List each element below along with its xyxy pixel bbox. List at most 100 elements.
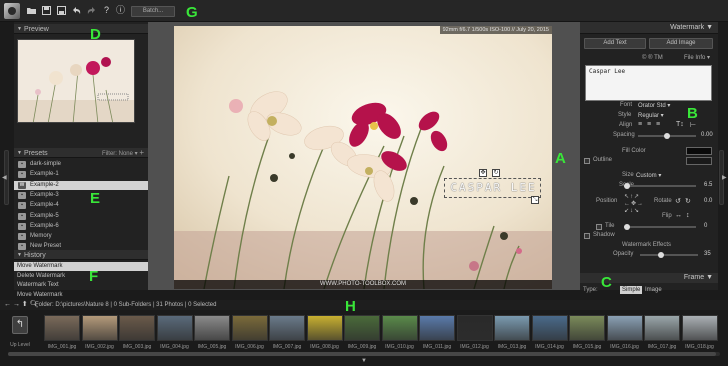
- filmstrip-thumbnail[interactable]: IMG_017.jpg: [644, 315, 680, 353]
- outline-checkbox[interactable]: [584, 158, 590, 164]
- redo-icon[interactable]: [86, 5, 97, 16]
- filmstrip-thumbnail[interactable]: IMG_015.jpg: [569, 315, 605, 353]
- frame-type-simple-tab[interactable]: Simple: [620, 286, 643, 294]
- outline-color-swatch[interactable]: [686, 157, 712, 165]
- filmstrip-thumbnail[interactable]: IMG_008.jpg: [306, 315, 343, 353]
- fill-color-label: Fill Color: [622, 148, 646, 154]
- watermark-resize-handle-icon[interactable]: ⤡: [531, 196, 539, 204]
- history-item[interactable]: Delete Watermark: [14, 272, 148, 281]
- spacing-slider-knob[interactable]: [664, 133, 670, 139]
- preset-item[interactable]: W Example-2: [14, 180, 148, 190]
- preset-item[interactable]: ▪ Example-5: [14, 212, 148, 221]
- flip-horizontal-icon[interactable]: ↔: [675, 212, 682, 219]
- filmstrip-thumbnail[interactable]: IMG_013.jpg: [494, 315, 530, 353]
- symbol-insert-buttons[interactable]: © ® TM: [642, 55, 663, 61]
- font-select[interactable]: Orator Std ▾: [638, 102, 670, 109]
- frame-type-image-tab[interactable]: Image: [643, 286, 664, 294]
- preset-item[interactable]: ▪ Memory: [14, 232, 148, 241]
- folder-icon[interactable]: [26, 5, 37, 16]
- save-icon[interactable]: [41, 5, 52, 16]
- spacing-slider[interactable]: [638, 133, 696, 139]
- presets-panel-header[interactable]: ▼ Presets Filter: None ▾ +: [14, 148, 148, 158]
- filmstrip-thumbnail[interactable]: IMG_002.jpg: [81, 315, 118, 353]
- watermark-panel-header[interactable]: Watermark ▼: [580, 22, 718, 34]
- history-item[interactable]: Move Watermark: [14, 262, 148, 271]
- preset-item[interactable]: ▪ Example-6: [14, 222, 148, 231]
- align-center-icon[interactable]: ≡: [647, 121, 651, 128]
- folder-nav-icons[interactable]: ← → ⬆ 🔍︎: [4, 300, 39, 310]
- watermark-rotate-handle-icon[interactable]: ↻: [492, 169, 500, 177]
- history-item[interactable]: Watermark Text: [14, 281, 148, 290]
- filmstrip-thumbnail[interactable]: IMG_006.jpg: [231, 315, 268, 353]
- filmstrip-scrollbar-thumb[interactable]: [8, 352, 716, 356]
- collapse-filmstrip-arrow-icon[interactable]: ▼: [361, 358, 367, 364]
- align-right-icon[interactable]: ≡: [656, 121, 660, 128]
- history-panel-header[interactable]: ▼ History: [14, 250, 148, 260]
- rotate-ccw-icon[interactable]: ↺: [675, 197, 681, 205]
- undo-icon[interactable]: [71, 5, 82, 16]
- info-icon[interactable]: ⓘ: [115, 5, 126, 16]
- scale-slider[interactable]: [624, 183, 696, 189]
- thumbnail-image: [606, 315, 643, 341]
- align-left-icon[interactable]: ≡: [638, 121, 642, 128]
- filmstrip-thumbnail[interactable]: IMG_011.jpg: [419, 315, 455, 353]
- add-preset-icon[interactable]: +: [139, 148, 144, 157]
- flip-vertical-icon[interactable]: ↕: [686, 212, 690, 219]
- position-arrow-pad[interactable]: ↖↑↗ ←✥→ ↙↓↘: [624, 194, 644, 215]
- filmstrip-thumbnail[interactable]: IMG_018.jpg: [681, 315, 718, 353]
- scale-slider-knob[interactable]: [624, 183, 630, 189]
- presets-filter[interactable]: Filter: None ▾ +: [102, 148, 144, 159]
- filmstrip-thumbnail[interactable]: IMG_005.jpg: [194, 315, 230, 353]
- thumbnail-filename: IMG_005.jpg: [197, 344, 227, 350]
- preset-item[interactable]: ▪ Example-3: [14, 191, 148, 200]
- canvas-area: 92mm f/6.7 1/500s ISO-100 // July 20, 20…: [148, 22, 580, 290]
- rotate-cw-icon[interactable]: ↻: [685, 197, 691, 205]
- opacity-slider[interactable]: [640, 252, 698, 258]
- add-image-button[interactable]: Add Image: [649, 38, 713, 49]
- history-item[interactable]: Move Watermark: [14, 291, 148, 300]
- opacity-value: 35: [704, 251, 711, 257]
- filmstrip-thumbnail[interactable]: IMG_003.jpg: [119, 315, 155, 353]
- thumbnail-image: [231, 315, 268, 341]
- watermark-text-input[interactable]: Caspar Lee: [585, 65, 712, 101]
- filmstrip-thumbnail[interactable]: IMG_012.jpg: [456, 315, 493, 353]
- collapse-left-arrow-icon[interactable]: ◀: [2, 174, 7, 181]
- shadow-checkbox[interactable]: [584, 233, 590, 239]
- filmstrip-scrollbar[interactable]: [8, 352, 720, 356]
- save-as-icon[interactable]: [56, 5, 67, 16]
- preset-item[interactable]: ▪ Example-4: [14, 201, 148, 210]
- collapse-right-arrow-icon[interactable]: ▶: [722, 174, 727, 181]
- filmstrip-thumbnail[interactable]: IMG_004.jpg: [156, 315, 193, 353]
- tile-slider-knob[interactable]: [624, 224, 630, 230]
- filmstrip-thumbnail[interactable]: IMG_016.jpg: [606, 315, 643, 353]
- text-watermark-box[interactable]: CASPAR LEE: [444, 178, 541, 198]
- file-info-dropdown[interactable]: File Info ▾: [684, 54, 710, 61]
- preset-item[interactable]: ▪ dark-simple: [14, 160, 148, 169]
- preview-panel-header[interactable]: ▼ Preview: [14, 24, 148, 34]
- help-icon[interactable]: ?: [101, 5, 112, 16]
- preset-item[interactable]: ▪ Example-1: [14, 170, 148, 179]
- watermark-move-handle-icon[interactable]: ✥: [479, 169, 487, 177]
- thumbnail-image: [344, 315, 380, 341]
- size-select[interactable]: Custom ▾: [636, 172, 661, 179]
- filmstrip-thumbnail[interactable]: IMG_007.jpg: [269, 315, 305, 353]
- add-text-button[interactable]: Add Text: [584, 38, 646, 49]
- thumbnail-filename: IMG_014.jpg: [535, 344, 564, 350]
- text-height-icon[interactable]: T↕: [676, 121, 684, 128]
- preset-icon: ▪: [18, 191, 26, 199]
- filmstrip-thumbnail[interactable]: IMG_010.jpg: [381, 315, 418, 353]
- up-level-icon[interactable]: ↰: [12, 316, 28, 334]
- fill-color-swatch[interactable]: [686, 147, 712, 155]
- filmstrip-thumbnail[interactable]: IMG_001.jpg: [44, 315, 80, 353]
- batch-button[interactable]: Batch...: [131, 6, 175, 17]
- text-width-icon[interactable]: ⊢: [690, 121, 696, 129]
- tile-slider[interactable]: [624, 224, 696, 230]
- exif-watermark: 92mm f/6.7 1/500s ISO-100 // July 20, 20…: [439, 26, 552, 34]
- tile-checkbox[interactable]: [596, 224, 602, 230]
- filmstrip-thumbnail[interactable]: IMG_009.jpg: [344, 315, 380, 353]
- filmstrip-toolbar: ← → ⬆ 🔍︎ Folder: D:\pictures\Nature 8 | …: [0, 300, 728, 310]
- opacity-slider-knob[interactable]: [658, 252, 664, 258]
- photo-canvas[interactable]: 92mm f/6.7 1/500s ISO-100 // July 20, 20…: [174, 26, 552, 289]
- filmstrip-thumbnail[interactable]: IMG_014.jpg: [531, 315, 568, 353]
- style-select[interactable]: Regular ▾: [638, 112, 664, 119]
